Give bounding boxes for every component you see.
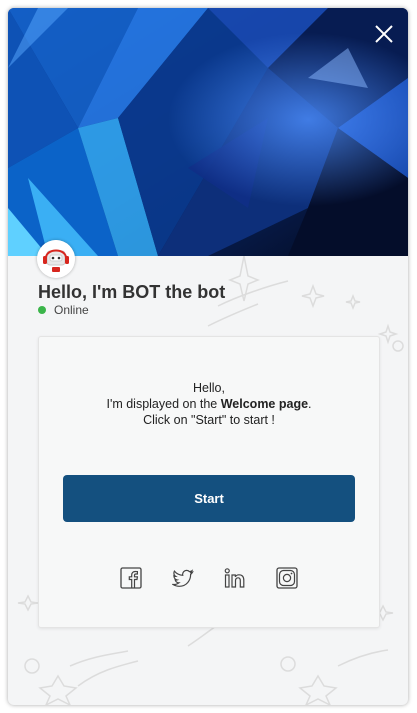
crystal-background-image (8, 8, 408, 256)
bot-name: Hello, I'm BOT the bot (38, 282, 226, 302)
status-indicator: Online (38, 303, 89, 317)
welcome-line-2-text: I'm displayed on the (106, 397, 221, 411)
status-text: Online (54, 303, 89, 317)
status-dot (38, 306, 46, 314)
welcome-line-1: Hello, (193, 381, 225, 395)
welcome-card: Hello, I'm displayed on the Welcome page… (38, 336, 380, 628)
welcome-line-3: Click on "Start" to start ! (143, 413, 275, 427)
twitter-icon[interactable] (172, 567, 194, 589)
welcome-page-label: Welcome page (220, 397, 309, 411)
chat-widget: Hello, I'm BOT the bot Online Hello, I'm… (8, 8, 408, 705)
header-banner (8, 8, 408, 256)
linkedin-icon[interactable] (224, 567, 246, 589)
close-icon[interactable] (372, 22, 396, 46)
instagram-icon[interactable] (276, 567, 298, 589)
bot-avatar (37, 240, 75, 278)
robot-headset-icon (37, 240, 75, 278)
facebook-icon[interactable] (120, 567, 142, 589)
welcome-message: Hello, I'm displayed on the Welcome page… (39, 380, 379, 428)
welcome-line-2-suffix: . (308, 397, 312, 411)
start-button[interactable]: Start (63, 475, 355, 522)
welcome-line-2: I'm displayed on the Welcome page. (39, 396, 379, 412)
social-links (39, 567, 379, 589)
